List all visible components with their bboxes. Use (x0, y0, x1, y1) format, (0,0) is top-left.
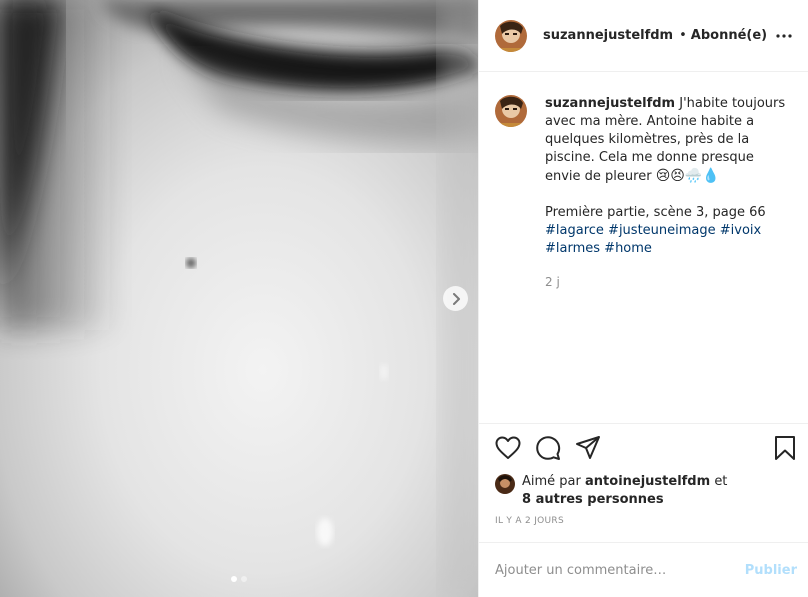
save-button[interactable] (772, 435, 798, 461)
caption-hashtags: #lagarce #justeuneimage #ivoix #larmes #… (545, 222, 792, 258)
comment-icon (536, 436, 561, 460)
caption-avatar[interactable] (495, 95, 527, 127)
paper-plane-icon (576, 436, 600, 459)
more-horizontal-icon (776, 34, 792, 38)
likes-text: Aimé par antoinejustelfdm et 8 autres pe… (522, 473, 727, 509)
avatar[interactable] (495, 19, 527, 52)
share-button[interactable] (575, 435, 601, 461)
carousel-indicator (0, 576, 478, 582)
comments-section: suzannejustelfdm J'habite toujours avec … (479, 72, 808, 423)
chevron-right-icon (452, 292, 460, 305)
carousel-next-button[interactable] (443, 286, 468, 311)
post-photo (0, 0, 478, 597)
post-header: suzannejustelfdm • Abonné(e) (479, 0, 808, 72)
liker-username[interactable]: antoinejustelfdm (585, 474, 710, 489)
header-separator: • (679, 28, 687, 43)
publish-button[interactable]: Publier (745, 563, 797, 578)
instagram-post: suzannejustelfdm • Abonné(e) suzannejust… (0, 0, 808, 597)
likes-joiner: et (714, 474, 728, 489)
caption-emojis: 😢😣🌧️💧 (655, 168, 720, 184)
liker-avatar[interactable] (495, 474, 515, 494)
avatar-image (495, 95, 527, 127)
caption-date[interactable]: 2 j (545, 273, 792, 291)
header-username[interactable]: suzannejustelfdm (543, 28, 673, 43)
comment-input[interactable] (495, 562, 745, 578)
post-side-panel: suzannejustelfdm • Abonné(e) suzannejust… (478, 0, 808, 597)
avatar-image (495, 19, 527, 52)
hashtag-link[interactable]: #home (604, 241, 652, 256)
hashtag-link[interactable]: #larmes (545, 241, 600, 256)
heart-icon (495, 436, 521, 459)
hashtag-link[interactable]: #lagarce (545, 223, 604, 238)
comment-form: Publier (479, 542, 808, 597)
caption: suzannejustelfdm J'habite toujours avec … (495, 95, 792, 291)
carousel-dot (241, 576, 247, 582)
comment-button[interactable] (535, 435, 561, 461)
caption-body: suzannejustelfdm J'habite toujours avec … (545, 95, 792, 291)
post-media[interactable] (0, 0, 478, 597)
carousel-dot-active (231, 576, 237, 582)
follow-status-button[interactable]: Abonné(e) (691, 28, 767, 43)
bookmark-icon (775, 436, 795, 460)
likes-summary: Aimé par antoinejustelfdm et 8 autres pe… (479, 473, 808, 509)
more-options-button[interactable] (774, 26, 794, 46)
likes-prefix: Aimé par (522, 474, 581, 489)
likes-others-link[interactable]: 8 autres personnes (522, 492, 664, 507)
action-icons-row (479, 424, 808, 472)
hashtag-link[interactable]: #justeuneimage (608, 223, 716, 238)
caption-username[interactable]: suzannejustelfdm (545, 96, 675, 111)
post-timestamp[interactable]: Il y a 2 jours (479, 516, 808, 526)
avatar-image (495, 474, 515, 494)
caption-line-2: Première partie, scène 3, page 66 (545, 205, 766, 220)
post-actions: Aimé par antoinejustelfdm et 8 autres pe… (479, 423, 808, 597)
hashtag-link[interactable]: #ivoix (720, 223, 761, 238)
like-button[interactable] (495, 435, 521, 461)
